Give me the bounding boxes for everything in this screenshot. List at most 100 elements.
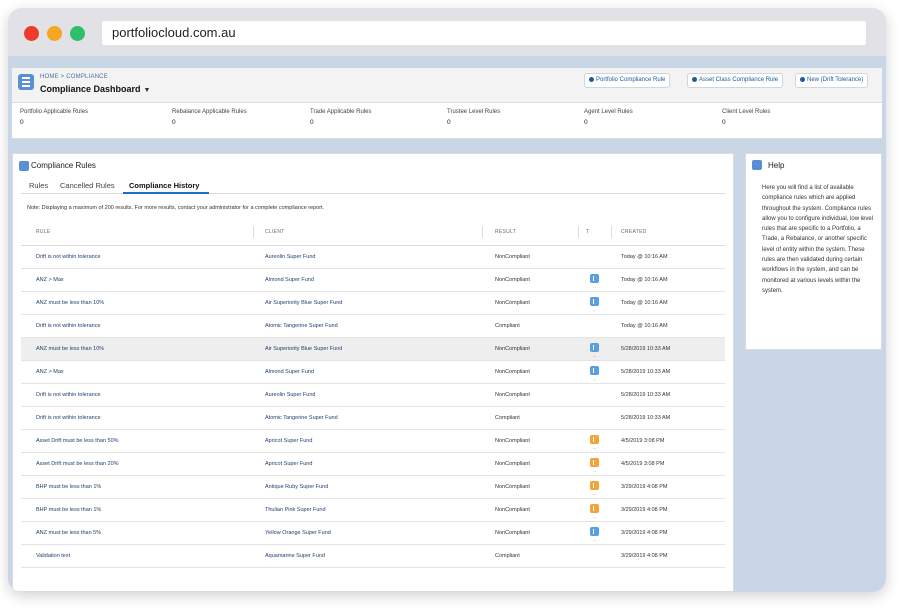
cell-rule[interactable]: Drift is not within tolerance <box>36 415 101 421</box>
minimize-window-button[interactable] <box>47 26 62 41</box>
new-drift-tolerance-button[interactable]: New (Drift Tolerance) <box>795 73 869 88</box>
cell-created: 5/28/2019 10:33 AM <box>621 346 671 352</box>
close-window-button[interactable] <box>24 26 39 41</box>
compliance-rules-card: Compliance Rules Rules Cancelled Rules C… <box>12 153 734 592</box>
stat-value: 0 <box>172 119 176 126</box>
more-icon[interactable]: ... <box>593 353 596 358</box>
column-divider[interactable] <box>482 226 483 238</box>
column-header-created[interactable]: CREATED <box>621 229 647 235</box>
cell-client[interactable]: Atomic Tangerine Super Fund <box>265 323 338 329</box>
table-row[interactable]: Drift is not within tolerance Aureolin Su… <box>21 384 725 407</box>
cell-client[interactable]: Air Superiority Blue Super Fund <box>265 300 342 306</box>
cell-rule[interactable]: ANZ must be less than 10% <box>36 346 104 352</box>
chevron-down-icon[interactable]: ▼ <box>144 87 151 94</box>
table-row[interactable]: ANZ must be less than 10% Air Superiority… <box>21 292 725 315</box>
status-flag-icon[interactable] <box>590 458 599 467</box>
table-row[interactable]: Asset Drift must be less than 20% Apricot… <box>21 453 725 476</box>
table-row[interactable]: Asset Drift must be less than 50% Apricot… <box>21 430 725 453</box>
status-flag-icon[interactable] <box>590 527 599 536</box>
asset-class-compliance-rule-button[interactable]: Asset Class Compliance Rule <box>687 73 784 88</box>
status-flag-icon[interactable] <box>590 274 599 283</box>
address-bar[interactable]: portfoliocloud.com.au <box>102 21 866 45</box>
cell-created: 3/29/2019 4:08 PM <box>621 507 668 513</box>
more-icon[interactable]: ... <box>593 376 596 381</box>
cell-result: Compliant <box>495 415 520 421</box>
cell-client[interactable]: Aureolin Super Fund <box>265 254 315 260</box>
tab-rules[interactable]: Rules <box>29 181 48 190</box>
cell-client[interactable]: Air Superiority Blue Super Fund <box>265 346 342 352</box>
cell-rule[interactable]: BHP must be less than 1% <box>36 484 101 490</box>
table-row[interactable]: BHP must be less than 1% Thulian Pink Sup… <box>21 499 725 522</box>
cell-rule[interactable]: ANZ > Max <box>36 369 64 375</box>
cell-rule[interactable]: Drift is not within tolerance <box>36 323 101 329</box>
cell-rule[interactable]: Asset Drift must be less than 20% <box>36 461 119 467</box>
cell-rule[interactable]: Asset Drift must be less than 50% <box>36 438 119 444</box>
table-row[interactable]: ANZ must be less than 10% Air Superiority… <box>21 338 725 361</box>
table-row[interactable]: BHP must be less than 1% Antique Ruby Sup… <box>21 476 725 499</box>
cell-rule[interactable]: ANZ must be less than 5% <box>36 530 101 536</box>
cell-result: NonCompliant <box>495 346 530 352</box>
status-flag-icon[interactable] <box>590 481 599 490</box>
cell-client[interactable]: Almond Super Fund <box>265 369 314 375</box>
status-flag-icon[interactable] <box>590 366 599 375</box>
page-content: HOME > COMPLIANCE Compliance Dashboard ▼ … <box>8 56 886 592</box>
cell-client[interactable]: Atomic Tangerine Super Fund <box>265 415 338 421</box>
tab-compliance-history[interactable]: Compliance History <box>129 181 199 190</box>
table-row[interactable]: Drift is not within tolerance Atomic Tang… <box>21 407 725 430</box>
cell-rule[interactable]: Validation text <box>36 553 70 559</box>
breadcrumb[interactable]: HOME > COMPLIANCE <box>40 74 108 80</box>
cell-client[interactable]: Apricot Super Fund <box>265 438 312 444</box>
button-label: Asset Class Compliance Rule <box>699 77 779 84</box>
cell-client[interactable]: Thulian Pink Super Fund <box>265 507 326 513</box>
tab-bar: Rules Cancelled Rules Compliance History <box>21 178 725 194</box>
table-row[interactable]: Validation text Aquamarine Super Fund Comp… <box>21 545 725 568</box>
more-icon[interactable]: ... <box>593 307 596 312</box>
column-header-rule[interactable]: RULE <box>36 229 51 235</box>
cell-created: 3/29/2019 4:08 PM <box>621 553 668 559</box>
status-flag-icon[interactable] <box>590 297 599 306</box>
more-icon[interactable]: ... <box>593 468 596 473</box>
cell-result: NonCompliant <box>495 300 530 306</box>
cell-client[interactable]: Antique Ruby Super Fund <box>265 484 328 490</box>
more-icon[interactable]: ... <box>593 445 596 450</box>
cell-rule[interactable]: BHP must be less than 1% <box>36 507 101 513</box>
page-title[interactable]: Compliance Dashboard ▼ <box>40 84 150 94</box>
cell-client[interactable]: Aureolin Super Fund <box>265 392 315 398</box>
table-row[interactable]: Drift is not within tolerance Aureolin Su… <box>21 246 725 269</box>
cell-client[interactable]: Aquamarine Super Fund <box>265 553 325 559</box>
maximize-window-button[interactable] <box>70 26 85 41</box>
stat-portfolio: Portfolio Applicable Rules 0 <box>20 109 88 126</box>
cell-client[interactable]: Yellow Orange Super Fund <box>265 530 331 536</box>
column-divider[interactable] <box>578 226 579 238</box>
status-flag-icon[interactable] <box>590 343 599 352</box>
plus-icon <box>800 77 805 82</box>
portfolio-compliance-rule-button[interactable]: Portfolio Compliance Rule <box>584 73 671 88</box>
table-row[interactable]: ANZ must be less than 5% Yellow Orange Su… <box>21 522 725 545</box>
cell-created: 5/28/2019 10:33 AM <box>621 415 671 421</box>
table-row[interactable]: ANZ > Max Almond Super Fund NonCompliant To… <box>21 269 725 292</box>
cell-rule[interactable]: Drift is not within tolerance <box>36 392 101 398</box>
more-icon[interactable]: ... <box>593 491 596 496</box>
table-row[interactable]: Drift is not within tolerance Atomic Tang… <box>21 315 725 338</box>
column-header-result[interactable]: RESULT <box>495 229 516 235</box>
cell-client[interactable]: Apricot Super Fund <box>265 461 312 467</box>
more-icon[interactable]: ... <box>593 514 596 519</box>
cell-rule[interactable]: Drift is not within tolerance <box>36 254 101 260</box>
stat-label: Agent Level Rules <box>584 109 633 115</box>
status-flag-icon[interactable] <box>590 435 599 444</box>
status-flag-icon[interactable] <box>590 504 599 513</box>
table-row[interactable]: ANZ > Max Almond Super Fund NonCompliant 5/… <box>21 361 725 384</box>
stat-value: 0 <box>447 119 451 126</box>
cell-created: Today @ 10:16 AM <box>621 323 668 329</box>
cell-client[interactable]: Almond Super Fund <box>265 277 314 283</box>
column-header-type[interactable]: T <box>586 229 589 235</box>
more-icon[interactable]: ... <box>593 537 596 542</box>
more-icon[interactable]: ... <box>593 284 596 289</box>
cell-rule[interactable]: ANZ must be less than 10% <box>36 300 104 306</box>
column-divider[interactable] <box>253 226 254 238</box>
cell-rule[interactable]: ANZ > Max <box>36 277 64 283</box>
column-divider[interactable] <box>611 226 612 238</box>
tab-cancelled-rules[interactable]: Cancelled Rules <box>60 181 115 190</box>
column-header-client[interactable]: CLIENT <box>265 229 285 235</box>
app-header: HOME > COMPLIANCE Compliance Dashboard ▼ … <box>12 68 882 103</box>
